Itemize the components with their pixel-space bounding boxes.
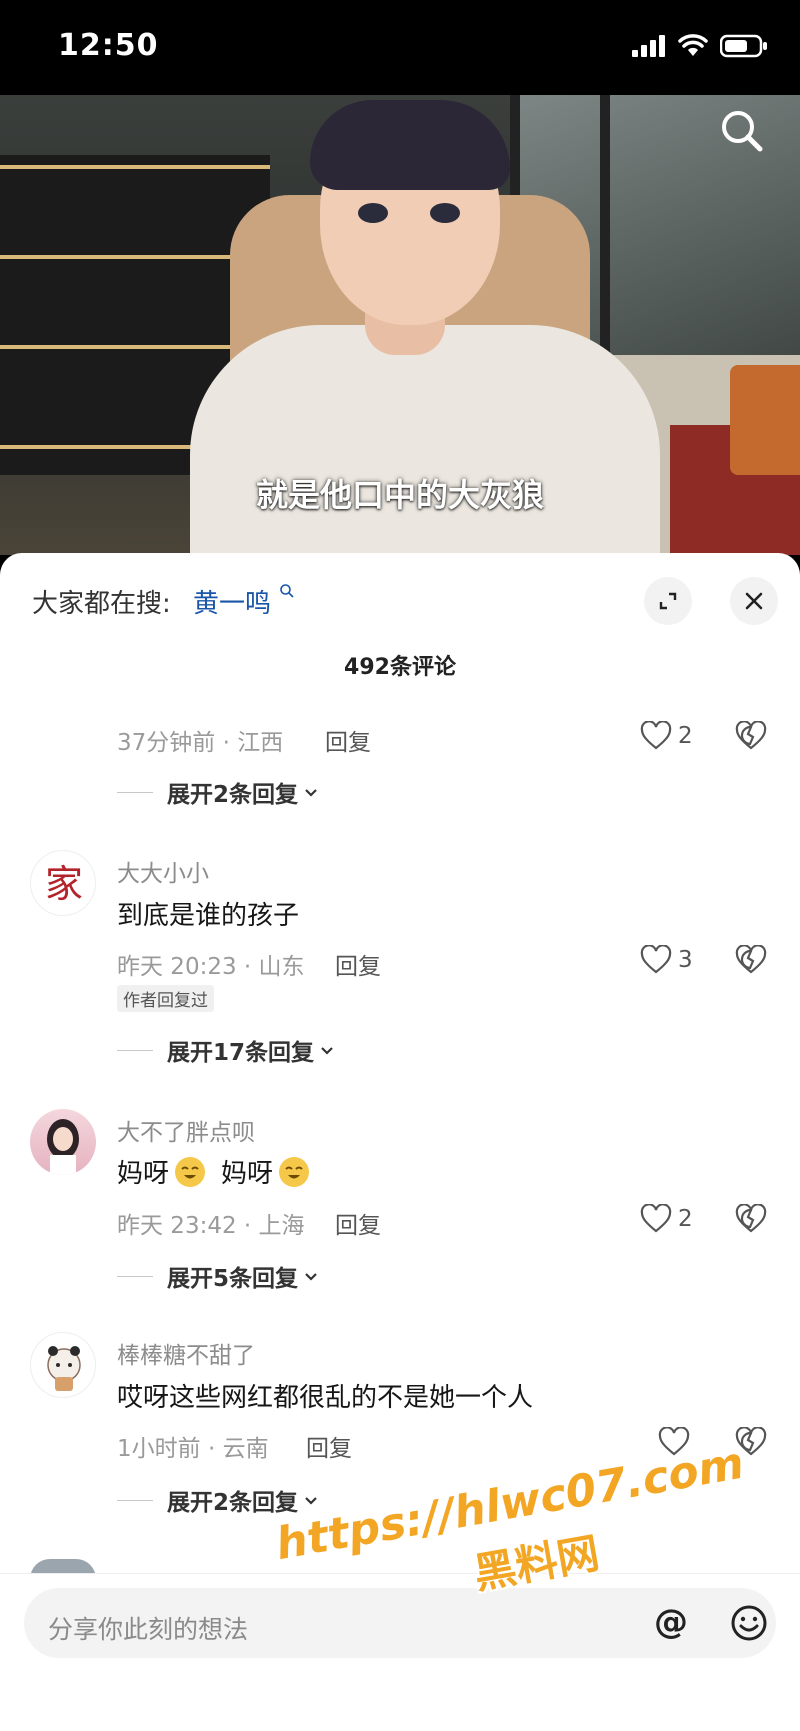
at-icon[interactable]: @: [654, 1602, 688, 1642]
author-replied-badge: 作者回复过: [117, 985, 214, 1012]
like-button[interactable]: 2: [640, 721, 693, 751]
comment-text: 妈呀 妈呀: [117, 1153, 310, 1190]
avatar-figure: [190, 325, 660, 555]
comment-input-placeholder: 分享你此刻的想法: [48, 1615, 249, 1644]
expand-replies-button[interactable]: 展开17条回复: [117, 1033, 336, 1067]
collapse-icon: [659, 592, 677, 610]
like-count: 2: [678, 1206, 693, 1232]
reply-button[interactable]: 回复: [335, 1206, 381, 1240]
dislike-button[interactable]: [735, 1203, 767, 1238]
trending-term: 黄一鸣: [193, 589, 272, 619]
sheet-header: 大家都在搜: 黄一鸣: [0, 553, 800, 643]
heart-icon: [640, 721, 672, 750]
emoji-icon: [731, 1605, 767, 1641]
battery-icon: [720, 34, 767, 58]
dislike-button[interactable]: [735, 944, 767, 979]
avatar[interactable]: [30, 1332, 96, 1398]
comment-count: 492条评论: [344, 655, 456, 680]
status-bar: 12:50: [0, 0, 800, 95]
dislike-button[interactable]: [735, 1426, 767, 1461]
avatar-hair: [310, 100, 510, 190]
video-player[interactable]: 就是他口中的大灰狼: [0, 95, 800, 555]
like-count: 2: [678, 723, 693, 749]
expand-replies-button[interactable]: 展开2条回复: [117, 775, 320, 809]
expand-label: 展开17条回复: [167, 1040, 315, 1066]
expand-label: 展开2条回复: [167, 782, 299, 808]
dislike-button[interactable]: [735, 720, 767, 755]
comment-text: 到底是谁的孩子: [117, 901, 300, 931]
comment-author[interactable]: 大不了胖点呗: [117, 1113, 255, 1147]
comment-input[interactable]: 分享你此刻的想法 @: [24, 1588, 776, 1658]
reply-button[interactable]: 回复: [325, 723, 371, 757]
broken-heart-icon: [735, 1203, 767, 1233]
chevron-down-icon: [305, 789, 317, 797]
expand-label: 展开2条回复: [167, 1490, 299, 1516]
expand-replies-button[interactable]: 展开5条回复: [117, 1259, 320, 1293]
close-button[interactable]: [730, 577, 778, 625]
like-count: 3: [678, 947, 693, 973]
broken-heart-icon: [735, 944, 767, 974]
collapse-button[interactable]: [644, 577, 692, 625]
trending-label: 大家都在搜:: [32, 589, 171, 619]
search-button[interactable]: [714, 103, 770, 159]
close-icon: [745, 592, 763, 610]
like-button[interactable]: 2: [640, 1204, 693, 1234]
comment-time: 昨天 23:42 · 上海: [117, 1213, 305, 1239]
broken-heart-icon: [735, 720, 767, 750]
comment-input-bar: 分享你此刻的想法 @: [0, 1573, 800, 1731]
comment-time: 昨天 20:23 · 山东: [117, 954, 305, 980]
heart-icon: [640, 1204, 672, 1233]
expand-label: 展开5条回复: [167, 1266, 299, 1292]
laughing-emoji-icon: [279, 1156, 310, 1187]
svg-text:家: 家: [45, 862, 83, 906]
chevron-down-icon: [321, 1047, 333, 1055]
comment-author[interactable]: 棒棒糖不甜了: [117, 1336, 255, 1370]
status-icons: [632, 34, 768, 58]
heart-icon: [658, 1427, 690, 1456]
trending-search-link[interactable]: 黄一鸣: [193, 583, 295, 620]
expand-replies-button[interactable]: 展开2条回复: [117, 1483, 320, 1517]
search-icon: [280, 584, 294, 598]
chevron-down-icon: [305, 1273, 317, 1281]
wifi-icon: [678, 34, 708, 56]
status-time: 12:50: [58, 28, 159, 63]
comment-sheet: 大家都在搜: 黄一鸣 492条评论 37分钟前 · 江西 回复 2 展开2条回复…: [0, 553, 800, 1731]
broken-heart-icon: [735, 1426, 767, 1456]
laughing-emoji-icon: [175, 1156, 206, 1187]
like-button[interactable]: 3: [640, 945, 693, 975]
comment-time: 1小时前 · 云南: [117, 1436, 269, 1462]
signal-icon: [632, 35, 665, 57]
comment-author[interactable]: 大大小小: [117, 854, 209, 888]
avatar[interactable]: [30, 1109, 96, 1175]
heart-icon: [640, 945, 672, 974]
comment-time: 37分钟前 · 江西: [117, 730, 284, 756]
search-icon: [722, 111, 763, 152]
emoji-button[interactable]: [730, 1604, 768, 1646]
video-subtitle: 就是他口中的大灰狼: [255, 476, 544, 514]
reply-button[interactable]: 回复: [335, 947, 381, 981]
avatar[interactable]: 家: [30, 850, 96, 916]
comment-text: 哎呀这些网红都很乱的不是她一个人: [117, 1383, 534, 1413]
chevron-down-icon: [305, 1497, 317, 1505]
reply-button[interactable]: 回复: [306, 1429, 352, 1463]
like-button[interactable]: [658, 1427, 690, 1457]
